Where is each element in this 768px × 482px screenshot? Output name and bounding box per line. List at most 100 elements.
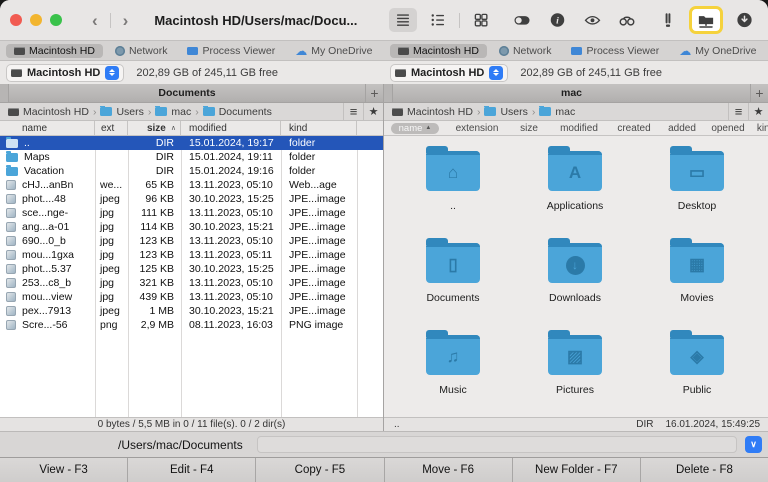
table-row[interactable]: mou...1gxajpg123 KB13.11.2023, 05:11JPE.…	[0, 248, 383, 262]
breadcrumb-item-macintosh-hd[interactable]: Macintosh HD	[392, 106, 473, 118]
minimize-button[interactable]	[30, 14, 42, 26]
view-f3-button[interactable]: View - F3	[0, 458, 128, 482]
column-header-name[interactable]: name	[0, 121, 95, 135]
grid-item-applications[interactable]: AApplications	[514, 142, 636, 234]
grid-item-item[interactable]: ⌂..	[392, 142, 514, 234]
list-view-button[interactable]	[389, 8, 417, 32]
table-row[interactable]: phot...5.37jpeg125 KB30.10.2023, 15:25JP…	[0, 262, 383, 276]
column-header-extension[interactable]: extension	[446, 121, 508, 135]
zoom-button[interactable]	[50, 14, 62, 26]
right-drive-bar: Macintosh HD 202,89 GB of 245,11 GB free	[384, 61, 768, 84]
column-header-added[interactable]: added	[660, 121, 704, 135]
preview-button[interactable]	[578, 8, 606, 32]
table-row[interactable]: 253...c8_bjpg321 KB13.11.2023, 05:10JPE.…	[0, 276, 383, 290]
pane-menu-icon[interactable]: ≡	[343, 103, 363, 120]
modified-cell: 30.10.2023, 15:21	[181, 220, 281, 234]
breadcrumb-item-users[interactable]: Users	[100, 106, 143, 118]
grid-item-downloads[interactable]: ↓Downloads	[514, 234, 636, 326]
search-button[interactable]	[613, 8, 641, 32]
favorites-star-icon[interactable]: ★	[363, 103, 383, 120]
tab-macintosh-hd[interactable]: Macintosh HD	[6, 44, 103, 58]
table-row[interactable]: Scre...-56png2,9 MB08.11.2023, 16:03PNG …	[0, 318, 383, 332]
traffic-lights	[10, 14, 62, 26]
breadcrumb-item-mac[interactable]: mac	[539, 106, 575, 118]
column-header-size[interactable]: size	[508, 121, 550, 135]
pane-menu-icon[interactable]: ≡	[728, 103, 748, 120]
tab-process-viewer[interactable]: Process Viewer	[179, 44, 283, 58]
tab-my-onedrive[interactable]: ☁My OneDrive	[287, 44, 380, 58]
grid-item-desktop[interactable]: ▭Desktop	[636, 142, 758, 234]
move-f6-button[interactable]: Move - F6	[385, 458, 513, 482]
new-folder-f7-button[interactable]: New Folder - F7	[513, 458, 641, 482]
grid-item-public[interactable]: ◈Public	[636, 326, 758, 417]
table-row[interactable]: 690...0_bjpg123 KB13.11.2023, 05:10JPE..…	[0, 234, 383, 248]
tab-network[interactable]: Network	[107, 44, 176, 58]
breadcrumb-item-documents[interactable]: Documents	[203, 106, 272, 118]
table-row[interactable]: MapsDIR15.01.2024, 19:11folder	[0, 150, 383, 164]
drive-stepper-icon[interactable]	[105, 66, 119, 80]
favorites-star-icon[interactable]: ★	[748, 103, 768, 120]
grid-view-button[interactable]	[467, 8, 495, 32]
drive-selector[interactable]: Macintosh HD	[6, 64, 124, 82]
column-header-modified[interactable]: modified	[550, 121, 608, 135]
command-history-button[interactable]: ∨	[745, 436, 762, 453]
column-header-kind[interactable]: kind	[752, 121, 768, 135]
size-cell: 439 KB	[128, 290, 181, 304]
breadcrumb-item-mac[interactable]: mac	[155, 106, 191, 118]
tab-my-onedrive[interactable]: ☁My OneDrive	[671, 44, 764, 58]
add-tab-button[interactable]: +	[750, 84, 768, 102]
network-folder-button[interactable]	[689, 6, 723, 34]
breadcrumb-item-macintosh-hd[interactable]: Macintosh HD	[8, 106, 89, 118]
globe-icon	[115, 46, 125, 56]
column-header-ext[interactable]: ext	[95, 121, 128, 135]
file-name: phot....48	[22, 193, 66, 205]
info-button[interactable]: i	[543, 8, 571, 32]
download-button[interactable]	[730, 8, 758, 32]
copy-f5-button[interactable]: Copy - F5	[256, 458, 384, 482]
right-status-bar: .. DIR 16.01.2024, 15:49:25	[384, 417, 768, 431]
table-row[interactable]: ..DIR15.01.2024, 19:17folder	[0, 136, 383, 150]
edit-f4-button[interactable]: Edit - F4	[128, 458, 256, 482]
delete-f8-button[interactable]: Delete - F8	[641, 458, 768, 482]
table-row[interactable]: pex...7913jpeg1 MB30.10.2023, 15:21JPE..…	[0, 304, 383, 318]
file-manager-window: ‹ › Macintosh HD/Users/mac/Docu... i	[0, 0, 768, 482]
name-cell: phot...5.37	[0, 262, 95, 276]
grid-item-documents[interactable]: ▯Documents	[392, 234, 514, 326]
toolbar: i	[389, 6, 758, 34]
back-button[interactable]: ‹	[88, 12, 102, 29]
column-header-kind[interactable]: kind	[281, 121, 357, 135]
detail-view-button[interactable]	[424, 8, 452, 32]
drive-stepper-icon[interactable]	[489, 66, 503, 80]
column-header-opened[interactable]: opened	[704, 121, 752, 135]
table-row[interactable]: ang...a-01jpg114 KB30.10.2023, 15:21JPE.…	[0, 220, 383, 234]
breadcrumb-label: Documents	[219, 106, 272, 118]
table-row[interactable]: phot....48jpeg96 KB30.10.2023, 15:25JPE.…	[0, 192, 383, 206]
drive-icon	[11, 69, 22, 77]
column-header-name[interactable]: name▲	[384, 121, 446, 135]
tab-macintosh-hd[interactable]: Macintosh HD	[390, 44, 487, 58]
toggle-panes-button[interactable]	[508, 8, 536, 32]
table-row[interactable]: cHJ...anBnwe...65 KB13.11.2023, 05:10Web…	[0, 178, 383, 192]
grid-item-music[interactable]: ♫Music	[392, 326, 514, 417]
breadcrumb-item-users[interactable]: Users	[484, 106, 527, 118]
column-header-modified[interactable]: modified	[181, 121, 281, 135]
folder-icon: ↓	[548, 243, 602, 283]
name-cell: ..	[0, 136, 95, 150]
drive-selector[interactable]: Macintosh HD	[390, 64, 508, 82]
column-header-created[interactable]: created	[608, 121, 660, 135]
size-cell: 321 KB	[128, 276, 181, 290]
file-name: cHJ...anBn	[22, 179, 73, 191]
table-row[interactable]: mou...viewjpg439 KB13.11.2023, 05:10JPE.…	[0, 290, 383, 304]
command-input[interactable]	[257, 436, 737, 453]
grid-item-pictures[interactable]: ▨Pictures	[514, 326, 636, 417]
forward-button[interactable]: ›	[119, 12, 133, 29]
table-row[interactable]: VacationDIR15.01.2024, 19:16folder	[0, 164, 383, 178]
grid-item-movies[interactable]: ▦Movies	[636, 234, 758, 326]
add-tab-button[interactable]: +	[365, 84, 383, 102]
archive-button[interactable]	[654, 8, 682, 32]
tab-network[interactable]: Network	[491, 44, 560, 58]
column-header-size[interactable]: size∧	[128, 121, 181, 135]
close-button[interactable]	[10, 14, 22, 26]
table-row[interactable]: sce...nge-jpg111 KB13.11.2023, 05:10JPE.…	[0, 206, 383, 220]
tab-process-viewer[interactable]: Process Viewer	[563, 44, 667, 58]
